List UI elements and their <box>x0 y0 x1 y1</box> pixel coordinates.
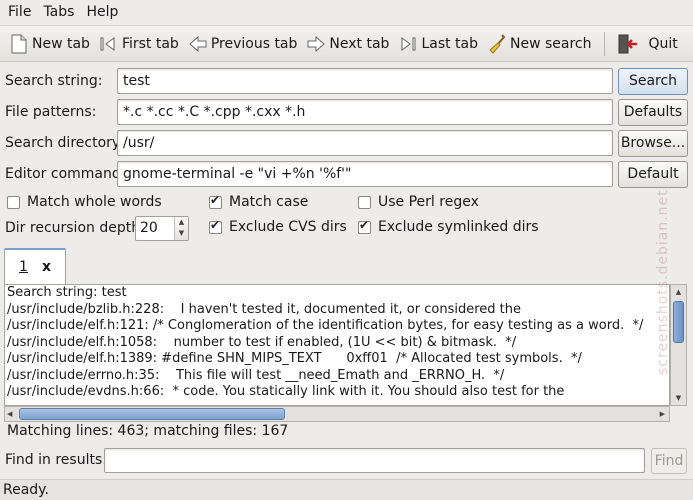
skip-first-icon <box>98 33 120 55</box>
search-string-input[interactable]: test <box>117 68 613 94</box>
result-line[interactable]: /usr/include/elf.h:121: /* Conglomeratio… <box>5 318 669 335</box>
new-document-icon <box>8 33 30 55</box>
menu-help-label: Help <box>86 4 119 20</box>
result-line[interactable]: /usr/include/elf.h:1389: #define SHN_MIP… <box>5 351 669 368</box>
scroll-down-icon[interactable]: ▼ <box>671 391 686 405</box>
tab-number: 1 <box>19 258 28 275</box>
search-string-label: Search string: <box>5 73 103 89</box>
recursion-depth-spinner[interactable]: 20 ▲ ▼ <box>135 216 189 241</box>
result-line[interactable]: /usr/include/evdns.h:66: * code. You sta… <box>5 384 669 401</box>
last-tab-button[interactable]: Last tab <box>393 29 482 59</box>
first-tab-label: First tab <box>121 35 179 52</box>
results-horizontal-scrollbar[interactable]: ◀ ▶ <box>4 406 670 422</box>
find-in-results-input[interactable] <box>104 448 645 473</box>
previous-tab-button[interactable]: Previous tab <box>183 29 302 59</box>
arrow-left-icon <box>187 33 209 55</box>
editor-command-label: Editor command: <box>5 166 126 182</box>
exclude-symlinked-box <box>358 218 371 234</box>
last-tab-label: Last tab <box>421 35 479 52</box>
next-tab-label: Next tab <box>329 35 390 52</box>
match-whole-words-label: Match whole words <box>27 194 162 210</box>
menu-tabs[interactable]: Tabs <box>37 0 80 24</box>
spin-up-icon[interactable]: ▲ <box>175 217 188 228</box>
result-line[interactable]: Search string: test <box>5 285 669 302</box>
recursion-depth-label: Dir recursion depth: <box>5 220 145 236</box>
search-directory-label: Search directory: <box>5 135 124 151</box>
result-line[interactable]: /usr/include/elf.h:1058: number to test … <box>5 335 669 352</box>
menu-tabs-label: Tabs <box>43 4 75 20</box>
exclude-cvs-box <box>209 218 222 234</box>
new-search-label: New search <box>510 35 592 52</box>
new-search-button[interactable]: New search <box>482 29 596 59</box>
use-perl-regex-box <box>358 195 371 209</box>
search-button[interactable]: Search <box>618 68 688 95</box>
file-patterns-input[interactable]: *.c *.cc *.C *.cpp *.cxx *.h <box>117 99 613 125</box>
watermark: screenshots.debian.net <box>655 189 671 375</box>
defaults-button[interactable]: Defaults <box>618 99 688 126</box>
match-whole-words-checkbox[interactable]: Match whole words <box>7 194 162 210</box>
tab-close-icon[interactable]: x <box>42 259 51 275</box>
quit-button[interactable]: Quit <box>613 29 682 59</box>
toolbar: New tab First tab Previous tab Next tab … <box>0 25 693 62</box>
exclude-symlinked-checkbox[interactable]: Exclude symlinked dirs <box>358 218 539 235</box>
menu-help[interactable]: Help <box>80 0 124 24</box>
search-directory-input[interactable]: /usr/ <box>117 130 613 156</box>
previous-tab-label: Previous tab <box>210 35 298 52</box>
app-window: File Tabs Help New tab First tab Previou… <box>0 0 693 500</box>
broom-icon <box>486 33 508 55</box>
spinner-arrows: ▲ ▼ <box>174 217 188 240</box>
match-whole-words-box <box>7 195 20 209</box>
results-view[interactable]: Search string: test/usr/include/bzlib.h:… <box>4 284 670 406</box>
editor-command-input[interactable]: gnome-terminal -e "vi +%n '%f'" <box>117 161 613 187</box>
menu-file[interactable]: File <box>2 0 37 24</box>
menu-file-label: File <box>8 4 32 20</box>
exit-icon <box>617 33 639 55</box>
toolbar-separator <box>603 31 605 56</box>
matching-summary: Matching lines: 463; matching files: 167 <box>7 423 289 439</box>
recursion-depth-value: 20 <box>140 220 158 236</box>
match-case-label: Match case <box>229 194 309 210</box>
exclude-cvs-label: Exclude CVS dirs <box>229 219 347 235</box>
exclude-symlinked-label: Exclude symlinked dirs <box>378 219 539 235</box>
find-in-results-label: Find in results: <box>5 452 107 468</box>
status-bar: Ready. <box>0 479 693 500</box>
file-patterns-label: File patterns: <box>5 104 97 120</box>
use-perl-regex-label: Use Perl regex <box>378 194 479 210</box>
match-case-checkbox[interactable]: Match case <box>209 193 309 210</box>
exclude-cvs-checkbox[interactable]: Exclude CVS dirs <box>209 218 347 235</box>
match-case-box <box>209 193 222 209</box>
menubar: File Tabs Help <box>0 0 693 24</box>
spin-down-icon[interactable]: ▼ <box>175 228 188 239</box>
result-line[interactable]: /usr/include/bzlib.h:228: I haven't test… <box>5 302 669 319</box>
use-perl-regex-checkbox[interactable]: Use Perl regex <box>358 194 479 210</box>
scroll-right-icon[interactable]: ▶ <box>660 407 665 421</box>
find-button[interactable]: Find <box>651 448 687 474</box>
new-tab-label: New tab <box>32 35 90 52</box>
results-tab-1[interactable]: 1 x <box>4 248 66 284</box>
skip-last-icon <box>397 33 419 55</box>
horizontal-scroll-thumb[interactable] <box>19 408 285 420</box>
arrow-right-icon <box>305 33 327 55</box>
first-tab-button[interactable]: First tab <box>94 29 183 59</box>
result-line[interactable]: /usr/include/errno.h:35: This file will … <box>5 368 669 385</box>
next-tab-button[interactable]: Next tab <box>301 29 393 59</box>
scroll-left-icon[interactable]: ◀ <box>7 407 12 421</box>
quit-label: Quit <box>648 35 678 52</box>
new-tab-button[interactable]: New tab <box>4 29 94 59</box>
